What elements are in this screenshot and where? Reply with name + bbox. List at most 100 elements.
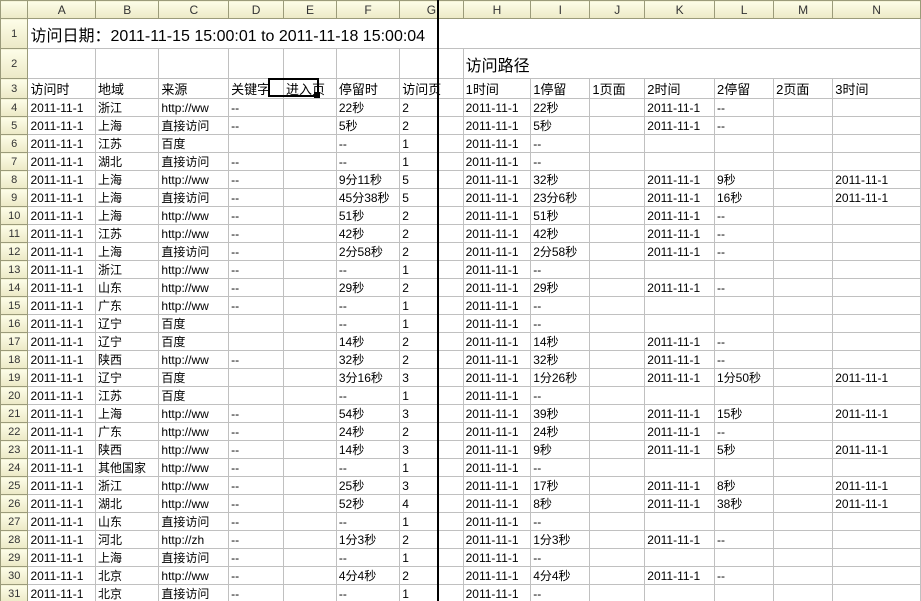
cell-r4-J[interactable] xyxy=(590,99,645,117)
cell-r9-D[interactable]: -- xyxy=(229,189,284,207)
cell-r25-L[interactable]: 8秒 xyxy=(714,477,773,495)
cell-r25-F[interactable]: 25秒 xyxy=(336,477,399,495)
cell-r29-M[interactable] xyxy=(774,549,833,567)
header-E[interactable]: 进入页 xyxy=(284,79,337,99)
cell-r14-C[interactable]: http://ww xyxy=(159,279,229,297)
row-header-22[interactable]: 22 xyxy=(1,423,28,441)
cell-r24-D[interactable]: -- xyxy=(229,459,284,477)
cell-r7-F[interactable]: -- xyxy=(336,153,399,171)
cell-r6-J[interactable] xyxy=(590,135,645,153)
cell-r8-M[interactable] xyxy=(774,171,833,189)
cell-r16-B[interactable]: 辽宁 xyxy=(96,315,159,333)
cell-r4-A[interactable]: 2011-11-1 xyxy=(28,99,96,117)
col-header-C[interactable]: C xyxy=(159,1,229,19)
cell-r19-G[interactable]: 3 xyxy=(400,369,463,387)
cell-r14-F[interactable]: 29秒 xyxy=(336,279,399,297)
title-cell[interactable]: 访问日期：2011-11-15 15:00:01 to 2011-11-18 1… xyxy=(28,19,921,49)
cell-r30-N[interactable] xyxy=(833,567,921,585)
header-C[interactable]: 来源 xyxy=(159,79,229,99)
row-header-4[interactable]: 4 xyxy=(1,99,28,117)
cell-r14-K[interactable]: 2011-11-1 xyxy=(645,279,715,297)
row-header-6[interactable]: 6 xyxy=(1,135,28,153)
header-B[interactable]: 地域 xyxy=(96,79,159,99)
cell-r28-N[interactable] xyxy=(833,531,921,549)
cell-r21-K[interactable]: 2011-11-1 xyxy=(645,405,715,423)
cell-r31-M[interactable] xyxy=(774,585,833,601)
cell-r27-F[interactable]: -- xyxy=(336,513,399,531)
cell-r31-K[interactable] xyxy=(645,585,715,601)
cell-r28-K[interactable]: 2011-11-1 xyxy=(645,531,715,549)
cell-r23-H[interactable]: 2011-11-1 xyxy=(463,441,531,459)
row-header-20[interactable]: 20 xyxy=(1,387,28,405)
cell-r7-M[interactable] xyxy=(774,153,833,171)
cell-r24-A[interactable]: 2011-11-1 xyxy=(28,459,96,477)
cell-r6-M[interactable] xyxy=(774,135,833,153)
cell-r20-I[interactable]: -- xyxy=(531,387,590,405)
cell-r21-H[interactable]: 2011-11-1 xyxy=(463,405,531,423)
cell-r17-H[interactable]: 2011-11-1 xyxy=(463,333,531,351)
cell-r22-B[interactable]: 广东 xyxy=(96,423,159,441)
cell-r4-M[interactable] xyxy=(774,99,833,117)
cell-r8-E[interactable] xyxy=(284,171,337,189)
cell-r18-B[interactable]: 陕西 xyxy=(96,351,159,369)
cell-r18-L[interactable]: -- xyxy=(714,351,773,369)
cell-r20-J[interactable] xyxy=(590,387,645,405)
cell-r30-K[interactable]: 2011-11-1 xyxy=(645,567,715,585)
cell-r25-J[interactable] xyxy=(590,477,645,495)
row-header-7[interactable]: 7 xyxy=(1,153,28,171)
cell-r7-D[interactable]: -- xyxy=(229,153,284,171)
cell-r22-M[interactable] xyxy=(774,423,833,441)
cell-r19-M[interactable] xyxy=(774,369,833,387)
cell-r12-L[interactable]: -- xyxy=(714,243,773,261)
cell-r17-E[interactable] xyxy=(284,333,337,351)
cell-r20-A[interactable]: 2011-11-1 xyxy=(28,387,96,405)
cell-r19-N[interactable]: 2011-11-1 xyxy=(833,369,921,387)
cell-r27-B[interactable]: 山东 xyxy=(96,513,159,531)
cell-r14-G[interactable]: 2 xyxy=(400,279,463,297)
cell-r23-F[interactable]: 14秒 xyxy=(336,441,399,459)
cell-r4-B[interactable]: 浙江 xyxy=(96,99,159,117)
cell-r27-A[interactable]: 2011-11-1 xyxy=(28,513,96,531)
cell-r11-D[interactable]: -- xyxy=(229,225,284,243)
cell-r18-E[interactable] xyxy=(284,351,337,369)
cell-r22-I[interactable]: 24秒 xyxy=(531,423,590,441)
row-header-18[interactable]: 18 xyxy=(1,351,28,369)
cell-r22-N[interactable] xyxy=(833,423,921,441)
cell-r16-F[interactable]: -- xyxy=(336,315,399,333)
cell-r14-M[interactable] xyxy=(774,279,833,297)
cell-r22-C[interactable]: http://ww xyxy=(159,423,229,441)
cell-r21-G[interactable]: 3 xyxy=(400,405,463,423)
cell-r23-B[interactable]: 陕西 xyxy=(96,441,159,459)
cell-r13-J[interactable] xyxy=(590,261,645,279)
cell-r16-D[interactable] xyxy=(229,315,284,333)
cell-r18-D[interactable]: -- xyxy=(229,351,284,369)
cell-r6-I[interactable]: -- xyxy=(531,135,590,153)
cell-r19-I[interactable]: 1分26秒 xyxy=(531,369,590,387)
cell-r8-F[interactable]: 9分11秒 xyxy=(336,171,399,189)
cell-r13-I[interactable]: -- xyxy=(531,261,590,279)
cell-r14-E[interactable] xyxy=(284,279,337,297)
cell-r4-C[interactable]: http://ww xyxy=(159,99,229,117)
cell-r28-G[interactable]: 2 xyxy=(400,531,463,549)
cell-r31-A[interactable]: 2011-11-1 xyxy=(28,585,96,601)
cell-r22-F[interactable]: 24秒 xyxy=(336,423,399,441)
cell-r29-H[interactable]: 2011-11-1 xyxy=(463,549,531,567)
header-F[interactable]: 停留时 xyxy=(336,79,399,99)
cell-r9-C[interactable]: 直接访问 xyxy=(159,189,229,207)
cell-r11-L[interactable]: -- xyxy=(714,225,773,243)
cell-r5-D[interactable]: -- xyxy=(229,117,284,135)
cell-r7-G[interactable]: 1 xyxy=(400,153,463,171)
cell-r9-L[interactable]: 16秒 xyxy=(714,189,773,207)
cell-r14-D[interactable]: -- xyxy=(229,279,284,297)
cell-r10-D[interactable]: -- xyxy=(229,207,284,225)
cell-r22-L[interactable]: -- xyxy=(714,423,773,441)
cell-r10-A[interactable]: 2011-11-1 xyxy=(28,207,96,225)
cell-r17-M[interactable] xyxy=(774,333,833,351)
cell-r11-B[interactable]: 江苏 xyxy=(96,225,159,243)
cell-r15-B[interactable]: 广东 xyxy=(96,297,159,315)
cell-r10-J[interactable] xyxy=(590,207,645,225)
col-header-M[interactable]: M xyxy=(774,1,833,19)
header-J[interactable]: 1页面 xyxy=(590,79,645,99)
cell-r6-D[interactable] xyxy=(229,135,284,153)
cell-r17-F[interactable]: 14秒 xyxy=(336,333,399,351)
